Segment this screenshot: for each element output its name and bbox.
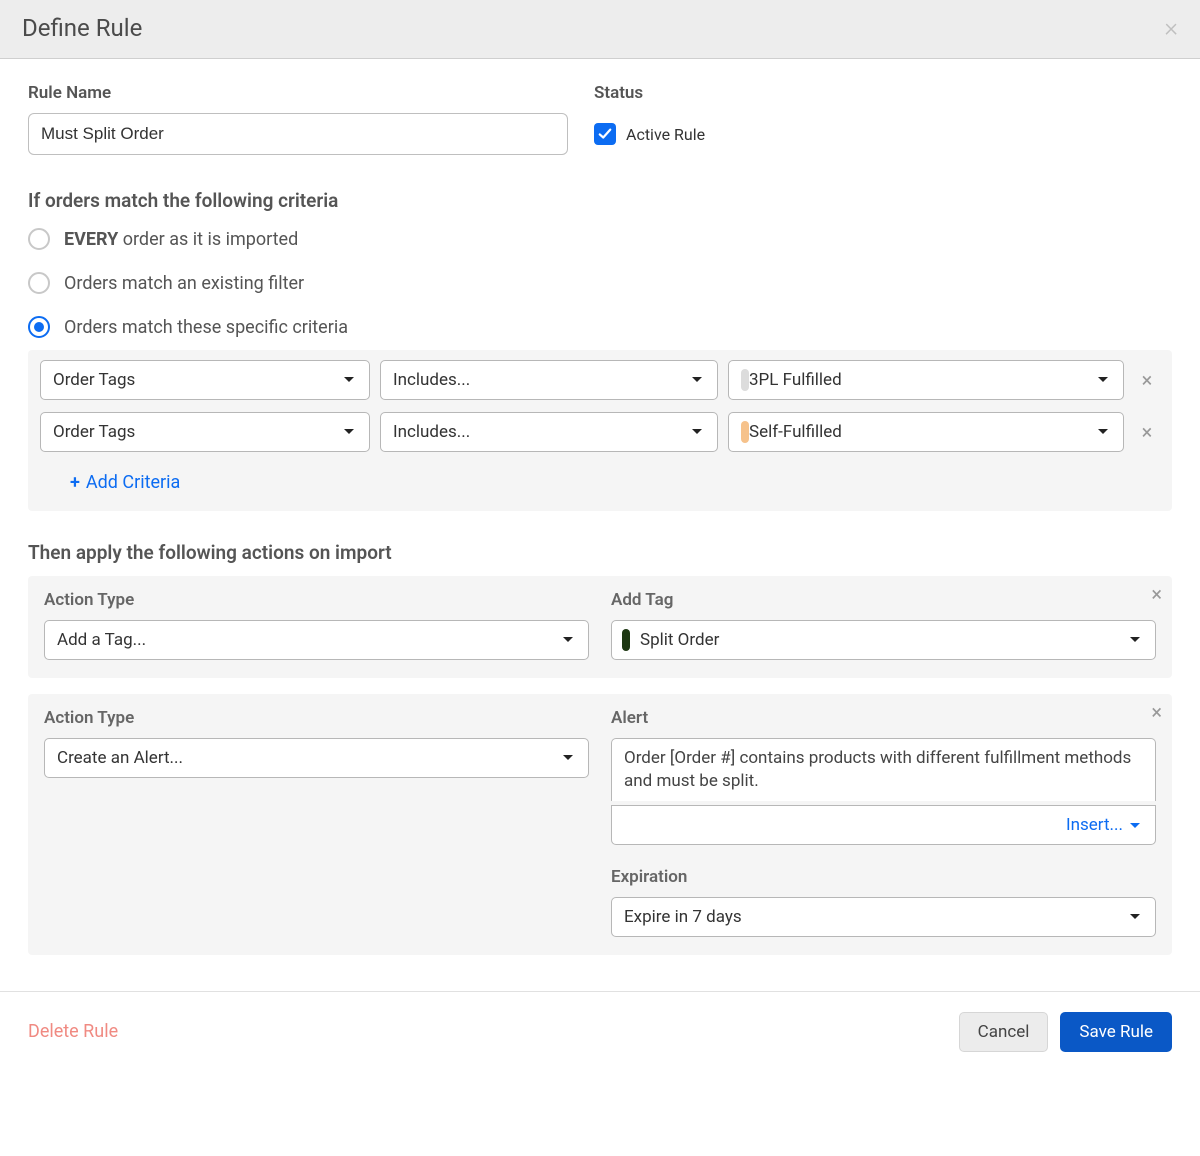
chevron-down-icon (1097, 428, 1109, 436)
action-block-add-tag: × Action Type Add a Tag... Add Tag Split… (28, 576, 1172, 678)
expiration-select[interactable]: Expire in 7 days (611, 897, 1156, 937)
rule-name-input[interactable] (28, 113, 568, 155)
radio-icon (28, 228, 50, 250)
close-icon[interactable]: × (1164, 15, 1178, 41)
radio-existing-filter[interactable]: Orders match an existing filter (28, 272, 1172, 294)
action-type-label: Action Type (44, 708, 589, 728)
modal-footer: Delete Rule Cancel Save Rule (0, 991, 1200, 1076)
status-label: Status (594, 83, 1172, 103)
action-type-col: Action Type Create an Alert... (44, 708, 589, 937)
expiration-wrap: Expiration Expire in 7 days (611, 867, 1156, 937)
define-rule-modal: Define Rule × Rule Name Status Active Ru… (0, 0, 1200, 1076)
name-status-row: Rule Name Status Active Rule (28, 83, 1172, 155)
tag-color-chip (741, 421, 749, 443)
expiration-label: Expiration (611, 867, 1156, 887)
action-type-col: Action Type Add a Tag... (44, 590, 589, 660)
criteria-field-select[interactable]: Order Tags (40, 412, 370, 452)
radio-every-order[interactable]: EVERY order as it is imported (28, 228, 1172, 250)
radio-specific-criteria[interactable]: Orders match these specific criteria (28, 316, 1172, 338)
active-rule-label: Active Rule (626, 125, 705, 144)
criteria-operator-select[interactable]: Includes... (380, 412, 718, 452)
action-type-select[interactable]: Add a Tag... (44, 620, 589, 660)
criteria-operator-select[interactable]: Includes... (380, 360, 718, 400)
criteria-row: Order Tags Includes... 3PL Fulfilled × (40, 360, 1160, 400)
criteria-field-select[interactable]: Order Tags (40, 360, 370, 400)
chevron-down-icon (562, 754, 574, 762)
criteria-row: Order Tags Includes... Self-Fulfilled × (40, 412, 1160, 452)
add-criteria-button[interactable]: + Add Criteria (40, 464, 184, 497)
add-tag-label: Add Tag (611, 590, 1156, 610)
chevron-down-icon (562, 636, 574, 644)
cancel-button[interactable]: Cancel (959, 1012, 1049, 1052)
modal-header: Define Rule × (0, 0, 1200, 59)
tag-color-chip (741, 369, 749, 391)
save-rule-button[interactable]: Save Rule (1060, 1012, 1172, 1052)
radio-specific-label: Orders match these specific criteria (64, 317, 348, 338)
footer-buttons: Cancel Save Rule (959, 1012, 1172, 1052)
chevron-down-icon (1097, 376, 1109, 384)
rule-name-field-wrap: Rule Name (28, 83, 568, 155)
chevron-down-icon (1129, 913, 1141, 921)
modal-body: Rule Name Status Active Rule If orders m… (0, 59, 1200, 991)
insert-menu-button[interactable]: Insert... (611, 805, 1156, 845)
active-rule-checkbox-wrap[interactable]: Active Rule (594, 113, 1172, 155)
remove-criteria-icon[interactable]: × (1134, 370, 1160, 390)
tag-color-chip (622, 629, 630, 651)
status-field-wrap: Status Active Rule (594, 83, 1172, 155)
radio-icon-selected (28, 316, 50, 338)
radio-icon (28, 272, 50, 294)
radio-every-label: EVERY order as it is imported (64, 229, 298, 250)
chevron-down-icon (1129, 815, 1141, 835)
modal-title: Define Rule (22, 14, 142, 42)
chevron-down-icon (343, 376, 355, 384)
action-block-create-alert: × Action Type Create an Alert... Alert I… (28, 694, 1172, 955)
criteria-value-select[interactable]: 3PL Fulfilled (728, 360, 1124, 400)
add-tag-select[interactable]: Split Order (611, 620, 1156, 660)
remove-action-icon[interactable]: × (1151, 584, 1162, 604)
actions-heading: Then apply the following actions on impo… (28, 541, 1172, 564)
alert-textarea[interactable] (611, 738, 1156, 801)
rule-name-label: Rule Name (28, 83, 568, 103)
checkbox-checked-icon (594, 123, 616, 145)
add-tag-col: Add Tag Split Order (611, 590, 1156, 660)
radio-filter-label: Orders match an existing filter (64, 273, 304, 294)
plus-icon: + (70, 472, 80, 493)
remove-action-icon[interactable]: × (1151, 702, 1162, 722)
action-type-label: Action Type (44, 590, 589, 610)
action-type-select[interactable]: Create an Alert... (44, 738, 589, 778)
remove-criteria-icon[interactable]: × (1134, 422, 1160, 442)
chevron-down-icon (343, 428, 355, 436)
chevron-down-icon (691, 428, 703, 436)
chevron-down-icon (691, 376, 703, 384)
criteria-value-select[interactable]: Self-Fulfilled (728, 412, 1124, 452)
criteria-panel: Order Tags Includes... 3PL Fulfilled × O… (28, 350, 1172, 511)
alert-col: Alert Insert... Expiration Expire in 7 d… (611, 708, 1156, 937)
criteria-heading: If orders match the following criteria (28, 189, 1172, 212)
alert-label: Alert (611, 708, 1156, 728)
delete-rule-link[interactable]: Delete Rule (28, 1021, 118, 1042)
chevron-down-icon (1129, 636, 1141, 644)
